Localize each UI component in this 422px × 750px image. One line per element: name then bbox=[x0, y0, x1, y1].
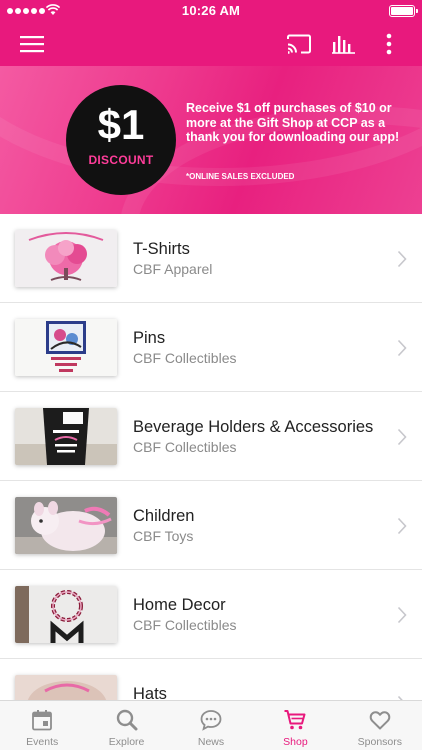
item-title: Home Decor bbox=[133, 596, 226, 614]
status-bar: 10:26 AM bbox=[0, 0, 422, 22]
chevron-right-icon bbox=[397, 606, 407, 624]
item-subtitle: CBF Toys bbox=[133, 528, 194, 544]
tab-events[interactable]: Events bbox=[0, 701, 84, 750]
bottom-tab-bar: Events Explore News Shop Sponsors bbox=[0, 700, 422, 750]
tab-shop[interactable]: Shop bbox=[253, 701, 337, 750]
chevron-right-icon bbox=[397, 517, 407, 535]
promo-message: Receive $1 off purchases of $10 or more … bbox=[186, 101, 400, 144]
discount-badge: $1 DISCOUNT bbox=[66, 85, 176, 195]
chat-bubble-icon bbox=[200, 710, 222, 731]
plush-toy-thumbnail bbox=[15, 497, 117, 554]
tab-label: Sponsors bbox=[357, 736, 402, 748]
search-icon bbox=[116, 709, 138, 731]
chevron-right-icon bbox=[397, 339, 407, 357]
promo-banner[interactable]: $1 DISCOUNT Receive $1 off purchases of … bbox=[0, 66, 422, 214]
list-item-beverage-holders[interactable]: Beverage Holders & Accessories CBF Colle… bbox=[0, 392, 422, 481]
t-shirt-thumbnail bbox=[15, 230, 117, 287]
list-item-home-decor[interactable]: Home Decor CBF Collectibles bbox=[0, 570, 422, 659]
tab-label: Events bbox=[26, 736, 59, 748]
item-title: Beverage Holders & Accessories bbox=[133, 418, 374, 436]
promo-note: *ONLINE SALES EXCLUDED bbox=[186, 172, 295, 181]
calendar-icon bbox=[32, 710, 53, 731]
shop-category-list: T-Shirts CBF Apparel Pins CBF Collectibl… bbox=[0, 214, 422, 700]
item-subtitle: CBF Apparel bbox=[133, 261, 213, 277]
list-item-children[interactable]: Children CBF Toys bbox=[0, 481, 422, 570]
list-item-pins[interactable]: Pins CBF Collectibles bbox=[0, 303, 422, 392]
item-title: Children bbox=[133, 507, 195, 525]
more-vertical-icon[interactable] bbox=[373, 28, 405, 60]
top-app-bar bbox=[0, 22, 422, 66]
list-item-t-shirts[interactable]: T-Shirts CBF Apparel bbox=[0, 214, 422, 303]
discount-amount: $1 bbox=[97, 101, 145, 148]
status-time: 10:26 AM bbox=[181, 3, 241, 18]
tab-sponsors[interactable]: Sponsors bbox=[338, 701, 422, 750]
hamburger-menu-icon[interactable] bbox=[16, 28, 48, 60]
tab-explore[interactable]: Explore bbox=[84, 701, 168, 750]
bar-chart-icon[interactable] bbox=[328, 28, 360, 60]
tumbler-thumbnail bbox=[15, 408, 117, 465]
item-subtitle: CBF Collectibles bbox=[133, 617, 237, 633]
hat-thumbnail bbox=[15, 675, 117, 700]
item-title: Hats bbox=[133, 685, 167, 700]
shopping-cart-icon bbox=[284, 710, 306, 730]
tab-label: News bbox=[197, 736, 225, 748]
tab-label: Explore bbox=[108, 736, 145, 748]
wreath-thumbnail bbox=[15, 586, 117, 643]
discount-label: DISCOUNT bbox=[88, 153, 154, 167]
item-title: Pins bbox=[133, 329, 166, 347]
item-title: T-Shirts bbox=[133, 240, 190, 258]
heart-icon bbox=[369, 711, 391, 730]
tab-news[interactable]: News bbox=[169, 701, 253, 750]
chevron-right-icon bbox=[397, 428, 407, 446]
list-item-hats[interactable]: Hats bbox=[0, 659, 422, 700]
pins-thumbnail bbox=[15, 319, 117, 376]
tab-label: Shop bbox=[283, 736, 308, 748]
item-subtitle: CBF Collectibles bbox=[133, 350, 237, 366]
item-subtitle: CBF Collectibles bbox=[133, 439, 237, 455]
battery-icon bbox=[389, 5, 418, 17]
cast-icon[interactable] bbox=[283, 28, 315, 60]
chevron-right-icon bbox=[397, 250, 407, 268]
